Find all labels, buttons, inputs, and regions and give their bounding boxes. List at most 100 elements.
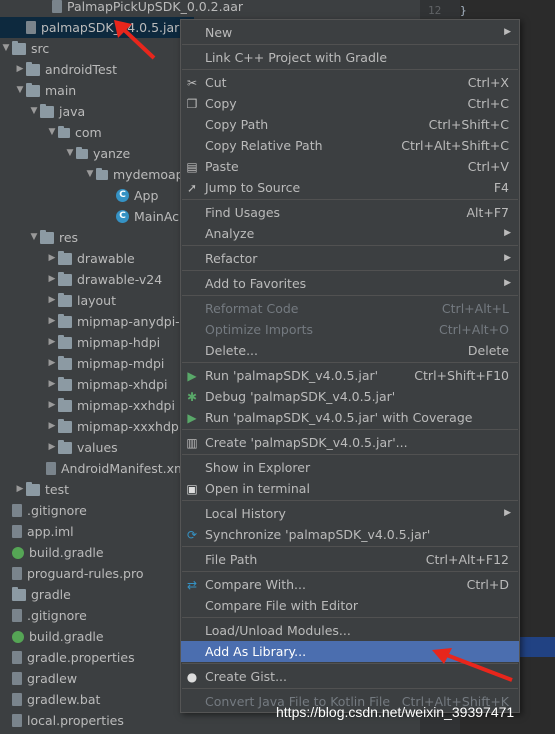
tree-item[interactable]: ▶ mipmap-hdpi: [0, 332, 160, 353]
menu-item-create-palmapsdk-v4-0-5-jar[interactable]: ▥ Create 'palmapSDK_v4.0.5.jar'...: [181, 432, 519, 453]
tree-item[interactable]: ▶ mipmap-mdpi: [0, 353, 164, 374]
tree-item[interactable]: ▶ androidTest: [0, 59, 117, 80]
tree-item[interactable]: ▼ main: [0, 80, 76, 101]
menu-item-copy[interactable]: ❐ Copy Ctrl+C: [181, 93, 519, 114]
menu-item-find-usages[interactable]: Find Usages Alt+F7: [181, 202, 519, 223]
tree-item[interactable]: ▶ layout: [0, 290, 116, 311]
terminal-icon: ▣: [186, 482, 198, 496]
menu-item-optimize-imports[interactable]: Optimize Imports Ctrl+Alt+O: [181, 319, 519, 340]
tree-item-label: test: [45, 482, 70, 497]
copy-icon: ❐: [186, 97, 198, 111]
menu-item-open-in-terminal[interactable]: ▣ Open in terminal: [181, 478, 519, 499]
menu-item-reformat-code[interactable]: Reformat Code Ctrl+Alt+L: [181, 298, 519, 319]
create-config-icon: ▥: [186, 436, 198, 450]
chevron-down-icon[interactable]: ▼: [64, 143, 76, 164]
tree-item[interactable]: ▶ test: [0, 479, 69, 500]
menu-item-label: Show in Explorer: [205, 460, 311, 475]
tree-item[interactable]: local.properties: [0, 710, 124, 731]
tree-item[interactable]: palmapSDK_v4.0.5.jar: [0, 17, 194, 38]
tree-item[interactable]: .gitignore: [0, 500, 87, 521]
menu-separator: [182, 295, 518, 296]
menu-item-label: Reformat Code: [205, 301, 299, 316]
menu-item-debug-palmapsdk-v4-0-5-jar[interactable]: ✱ Debug 'palmapSDK_v4.0.5.jar': [181, 386, 519, 407]
menu-item-show-in-explorer[interactable]: Show in Explorer: [181, 457, 519, 478]
tree-item[interactable]: ▶ mipmap-xhdpi: [0, 374, 168, 395]
tree-item[interactable]: ▼ yanze: [0, 143, 131, 164]
chevron-right-icon[interactable]: ▶: [14, 59, 26, 80]
menu-item-synchronize-palmapsdk-v4-0-5-jar[interactable]: ⟳ Synchronize 'palmapSDK_v4.0.5.jar': [181, 524, 519, 545]
menu-item-file-path[interactable]: File Path Ctrl+Alt+F12: [181, 549, 519, 570]
tree-item[interactable]: AndroidManifest.xm: [0, 458, 186, 479]
chevron-right-icon[interactable]: ▶: [46, 332, 58, 353]
tree-item[interactable]: ▶ mipmap-anydpi-: [0, 311, 180, 332]
tree-item[interactable]: app.iml: [0, 521, 74, 542]
tree-item[interactable]: gradlew.bat: [0, 689, 100, 710]
menu-item-link-c-project-with-gradle[interactable]: Link C++ Project with Gradle: [181, 47, 519, 68]
menu-item-compare-with[interactable]: ⇄ Compare With... Ctrl+D: [181, 574, 519, 595]
chevron-right-icon[interactable]: ▶: [46, 374, 58, 395]
tree-item[interactable]: PalmapPickUpSDK_0.0.2.aar: [0, 0, 243, 17]
chevron-right-icon[interactable]: ▶: [46, 416, 58, 437]
tree-item-label: palmapSDK_v4.0.5.jar: [41, 20, 180, 35]
submenu-arrow-icon: ▶: [504, 278, 511, 288]
menu-item-copy-relative-path[interactable]: Copy Relative Path Ctrl+Alt+Shift+C: [181, 135, 519, 156]
tree-item[interactable]: ▶ values: [0, 437, 118, 458]
menu-item-local-history[interactable]: Local History ▶: [181, 503, 519, 524]
tree-item[interactable]: ▼ res: [0, 227, 78, 248]
tree-item[interactable]: ▶ drawable: [0, 248, 135, 269]
chevron-right-icon[interactable]: ▶: [46, 269, 58, 290]
tree-item[interactable]: build.gradle: [0, 542, 104, 563]
chevron-down-icon[interactable]: ▼: [14, 80, 26, 101]
menu-item-label: Paste: [205, 159, 239, 174]
menu-item-label: Add As Library...: [205, 644, 307, 659]
red-arrow-annotation-top: [114, 20, 156, 60]
menu-item-run-palmapsdk-v4-0-5-jar-with-coverage[interactable]: ▶ Run 'palmapSDK_v4.0.5.jar' with Coverag…: [181, 407, 519, 428]
chevron-down-icon[interactable]: ▼: [0, 38, 12, 59]
debug-icon: ✱: [186, 390, 198, 404]
tree-item[interactable]: .gitignore: [0, 605, 87, 626]
folder-icon: [58, 313, 72, 328]
menu-item-add-to-favorites[interactable]: Add to Favorites ▶: [181, 273, 519, 294]
tree-item[interactable]: ▶ mipmap-xxxhdpi: [0, 416, 182, 437]
menu-item-copy-path[interactable]: Copy Path Ctrl+Shift+C: [181, 114, 519, 135]
chevron-right-icon[interactable]: ▶: [46, 311, 58, 332]
chevron-down-icon[interactable]: ▼: [28, 227, 40, 248]
menu-item-run-palmapsdk-v4-0-5-jar[interactable]: ▶ Run 'palmapSDK_v4.0.5.jar' Ctrl+Shift+F1…: [181, 365, 519, 386]
tree-item[interactable]: ▶ drawable-v24: [0, 269, 162, 290]
chevron-down-icon[interactable]: ▼: [46, 122, 58, 143]
menu-item-load-unload-modules[interactable]: Load/Unload Modules...: [181, 620, 519, 641]
chevron-right-icon[interactable]: ▶: [46, 353, 58, 374]
sync-icon: ⟳: [186, 528, 198, 542]
tree-item-label: res: [59, 230, 79, 245]
chevron-right-icon[interactable]: ▶: [46, 248, 58, 269]
tree-item[interactable]: proguard-rules.pro: [0, 563, 144, 584]
menu-item-refactor[interactable]: Refactor ▶: [181, 248, 519, 269]
tree-item[interactable]: ▶ mipmap-xxhdpi: [0, 395, 175, 416]
tree-item[interactable]: ▼ com: [0, 122, 102, 143]
tree-item-label: App: [134, 188, 159, 203]
tree-item[interactable]: C MainAc: [0, 206, 179, 227]
tree-item[interactable]: C App: [0, 185, 158, 206]
tree-item[interactable]: gradle.properties: [0, 647, 135, 668]
menu-item-cut[interactable]: ✂ Cut Ctrl+X: [181, 72, 519, 93]
chevron-right-icon[interactable]: ▶: [46, 290, 58, 311]
line-number: 12: [428, 4, 442, 17]
menu-item-new[interactable]: New ▶: [181, 22, 519, 43]
chevron-right-icon[interactable]: ▶: [46, 437, 58, 458]
tree-item[interactable]: ▼ mydemoap: [0, 164, 184, 185]
chevron-down-icon[interactable]: ▼: [84, 164, 96, 185]
tree-item[interactable]: ▼ java: [0, 101, 85, 122]
menu-item-compare-file-with-editor[interactable]: Compare File with Editor: [181, 595, 519, 616]
menu-item-delete[interactable]: Delete... Delete: [181, 340, 519, 361]
menu-item-paste[interactable]: ▤ Paste Ctrl+V: [181, 156, 519, 177]
chevron-right-icon[interactable]: ▶: [46, 395, 58, 416]
chevron-right-icon[interactable]: ▶: [14, 479, 26, 500]
tree-item[interactable]: gradlew: [0, 668, 77, 689]
menu-item-analyze[interactable]: Analyze ▶: [181, 223, 519, 244]
run-icon: ▶: [187, 369, 197, 383]
tree-item[interactable]: build.gradle: [0, 626, 104, 647]
chevron-down-icon[interactable]: ▼: [28, 101, 40, 122]
tree-item[interactable]: gradle: [0, 584, 71, 605]
menu-item-jump-to-source[interactable]: ➚ Jump to Source F4: [181, 177, 519, 198]
tree-item[interactable]: ▼ src: [0, 38, 49, 59]
